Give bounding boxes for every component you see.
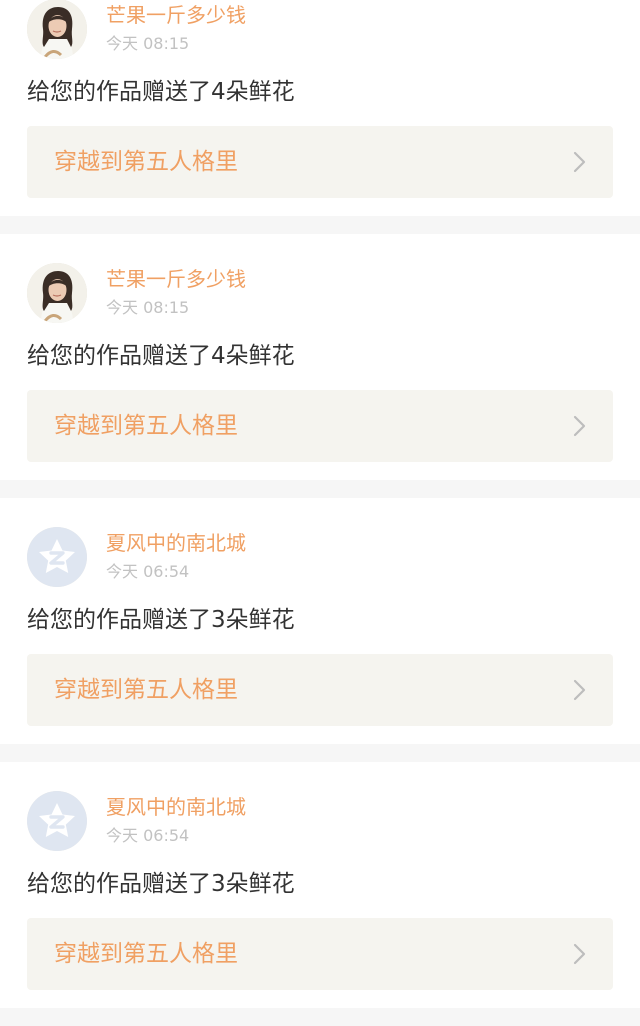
- timestamp: 今天 08:15: [106, 34, 190, 53]
- chevron-right-icon: [573, 415, 586, 437]
- timestamp: 今天 06:54: [106, 562, 190, 581]
- gift-message: 给您的作品赠送了3朵鲜花: [27, 871, 295, 897]
- notification-card: 芒果一斤多少钱 今天 08:15 给您的作品赠送了4朵鲜花 穿越到第五人格里: [0, 0, 640, 216]
- work-title: 穿越到第五人格里: [54, 941, 238, 967]
- notification-feed: 芒果一斤多少钱 今天 08:15 给您的作品赠送了4朵鲜花 穿越到第五人格里 芒…: [0, 0, 640, 1026]
- gift-message: 给您的作品赠送了3朵鲜花: [27, 607, 295, 633]
- user-avatar[interactable]: [27, 791, 87, 851]
- username[interactable]: 芒果一斤多少钱: [106, 265, 246, 293]
- username[interactable]: 芒果一斤多少钱: [106, 1, 246, 29]
- work-title: 穿越到第五人格里: [54, 413, 238, 439]
- work-link[interactable]: 穿越到第五人格里: [27, 918, 613, 990]
- user-avatar[interactable]: [27, 0, 87, 59]
- username[interactable]: 夏风中的南北城: [106, 529, 246, 557]
- work-title: 穿越到第五人格里: [54, 149, 238, 175]
- timestamp: 今天 08:15: [106, 298, 190, 317]
- chevron-right-icon: [573, 943, 586, 965]
- work-link[interactable]: 穿越到第五人格里: [27, 390, 613, 462]
- username[interactable]: 夏风中的南北城: [106, 793, 246, 821]
- user-avatar[interactable]: [27, 527, 87, 587]
- photo-avatar-icon: [27, 0, 87, 59]
- chevron-right-icon: [573, 151, 586, 173]
- chevron-right-icon: [573, 679, 586, 701]
- photo-avatar-icon: [27, 263, 87, 323]
- gift-message: 给您的作品赠送了4朵鲜花: [27, 79, 295, 105]
- timestamp: 今天 06:54: [106, 826, 190, 845]
- default-avatar-icon: [27, 527, 87, 587]
- notification-card: 夏风中的南北城 今天 06:54 给您的作品赠送了3朵鲜花 穿越到第五人格里: [0, 762, 640, 1008]
- work-link[interactable]: 穿越到第五人格里: [27, 126, 613, 198]
- user-avatar[interactable]: [27, 263, 87, 323]
- work-title: 穿越到第五人格里: [54, 677, 238, 703]
- gift-message: 给您的作品赠送了4朵鲜花: [27, 343, 295, 369]
- work-link[interactable]: 穿越到第五人格里: [27, 654, 613, 726]
- default-avatar-icon: [27, 791, 87, 851]
- notification-card: 夏风中的南北城 今天 06:54 给您的作品赠送了3朵鲜花 穿越到第五人格里: [0, 498, 640, 744]
- notification-card: 芒果一斤多少钱 今天 08:15 给您的作品赠送了4朵鲜花 穿越到第五人格里: [0, 234, 640, 480]
